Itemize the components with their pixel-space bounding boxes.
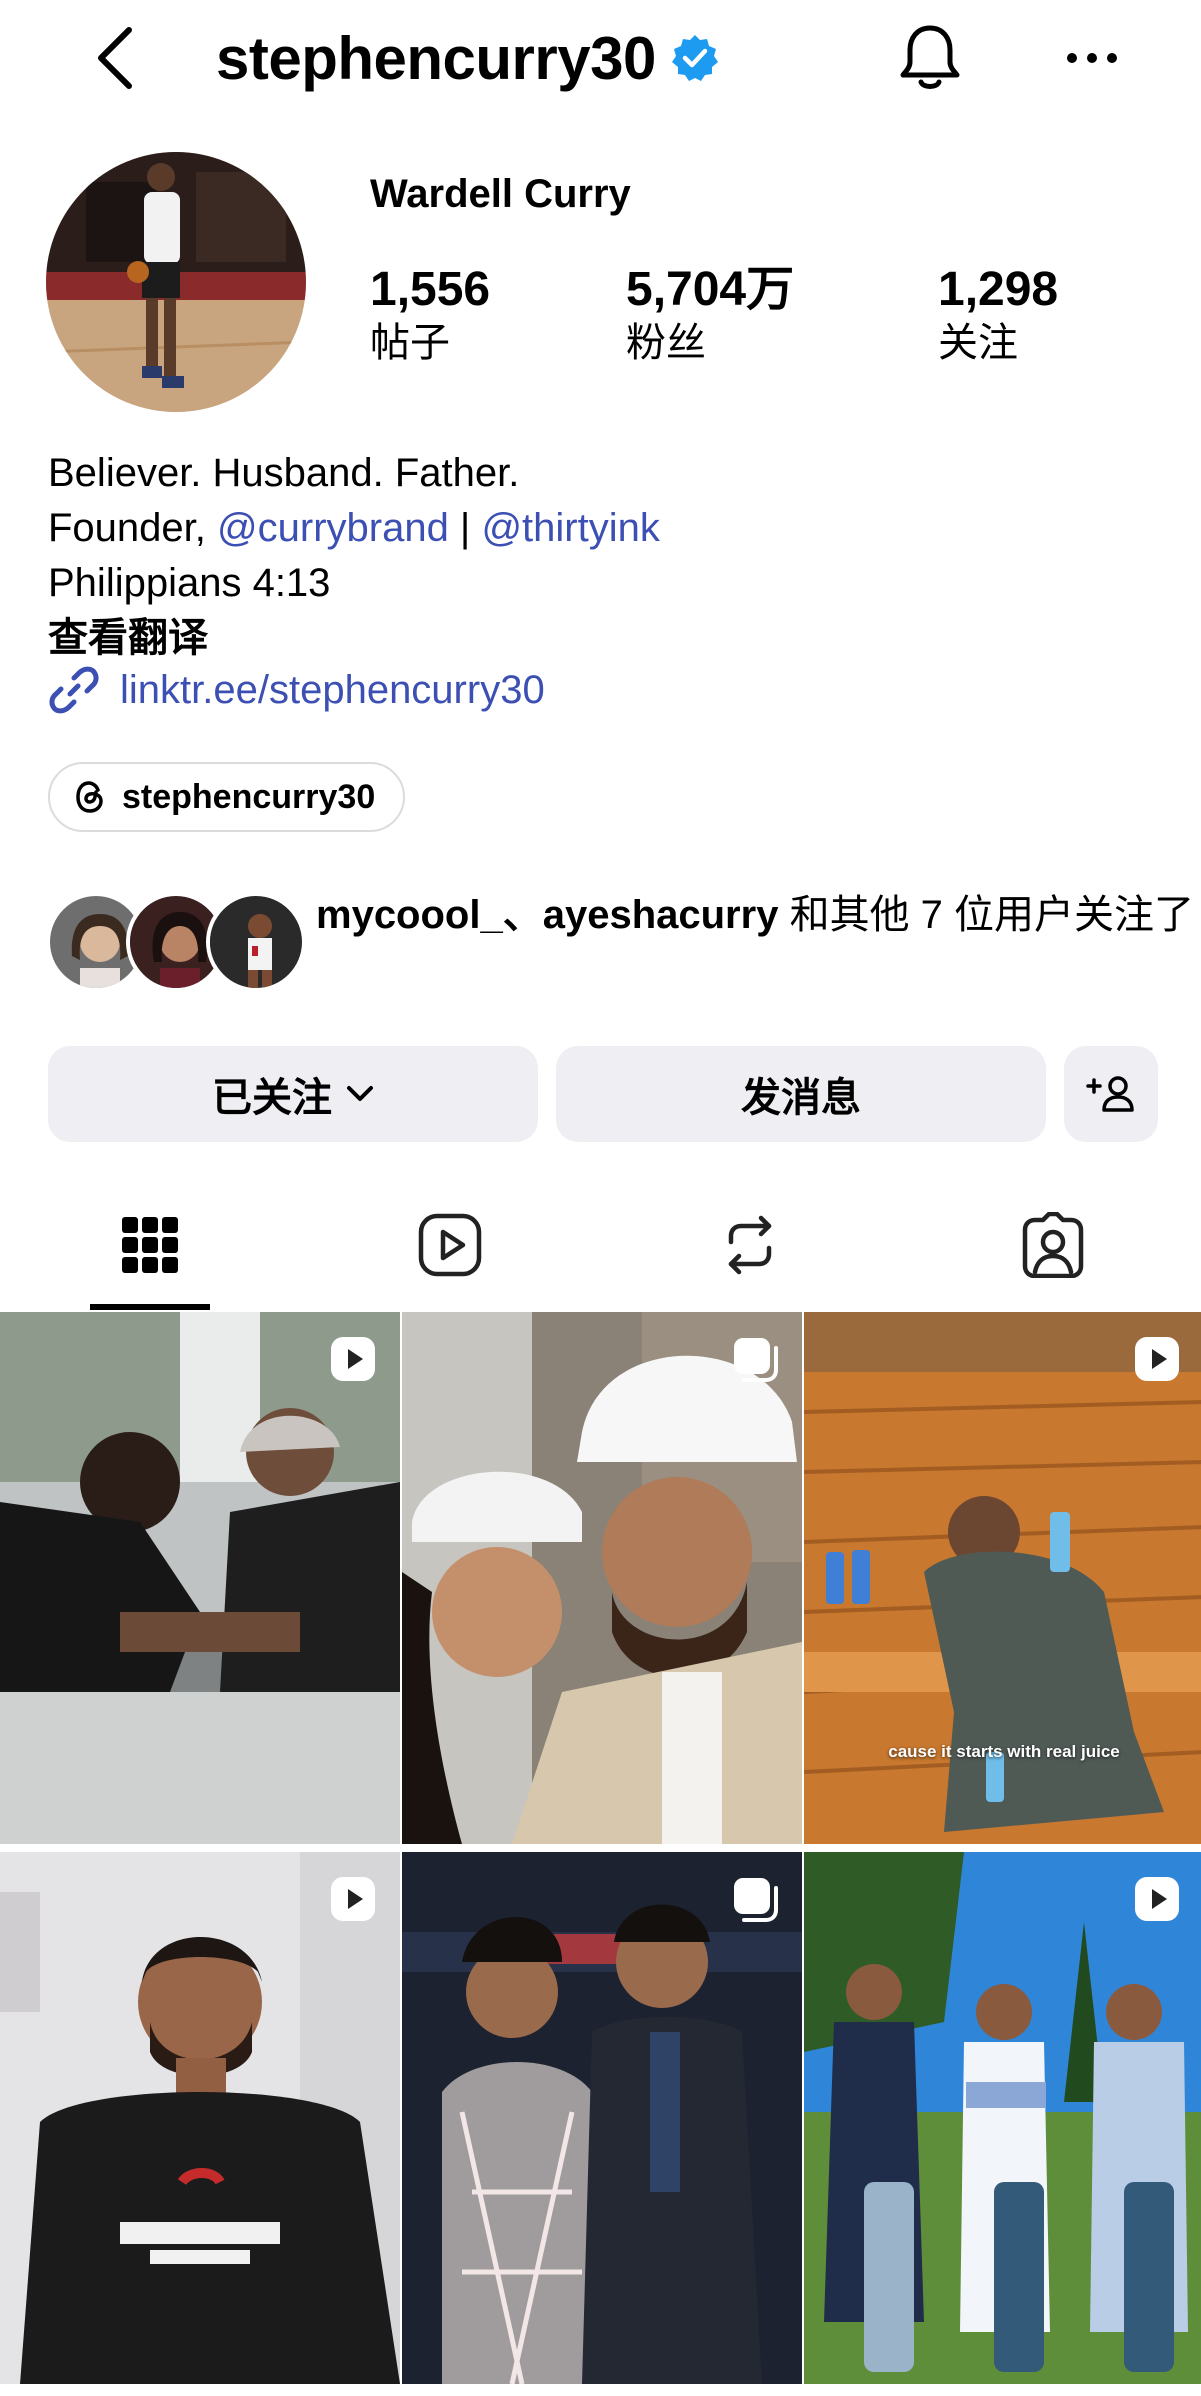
active-tab-indicator [90, 1304, 210, 1310]
message-button-label: 发消息 [741, 1076, 861, 1120]
followed-by-names: mycoool_、ayeshacurry [316, 893, 779, 937]
follower-avatar-3 [206, 892, 306, 992]
more-dots-icon [1067, 53, 1117, 63]
stat-posts-count: 1,556 [370, 263, 491, 316]
add-person-icon [1086, 1076, 1134, 1112]
grid-post-1[interactable] [0, 1312, 400, 1844]
stat-posts-label: 帖子 [370, 321, 450, 365]
reel-badge-icon [1135, 1877, 1179, 1921]
bio-line-3: Philippians 4:13 [48, 561, 331, 605]
bio: Believer. Husband. Father. Founder, @cur… [48, 446, 660, 666]
stat-followers[interactable]: 5,704万 粉丝 [626, 262, 794, 368]
bio-founder-prefix: Founder, [48, 506, 218, 550]
post-2-image [402, 1312, 802, 1844]
post-3-caption: cause it starts with real juice [888, 1742, 1120, 1761]
bio-line-1: Believer. Husband. Father. [48, 451, 520, 495]
threads-icon [76, 781, 103, 813]
add-user-button[interactable] [1064, 1046, 1158, 1142]
reposts-icon [728, 1215, 772, 1275]
profile-tabs [0, 1180, 1201, 1310]
display-name: Wardell Curry [370, 172, 631, 216]
profile-link[interactable]: linktr.ee/stephencurry30 [48, 664, 545, 716]
grid-post-4[interactable] [0, 1852, 400, 2384]
chevron-down-icon [347, 1086, 373, 1101]
reel-badge-icon [1135, 1337, 1179, 1381]
message-button[interactable]: 发消息 [556, 1046, 1046, 1142]
stat-following-count: 1,298 [938, 263, 1059, 316]
followed-by-row[interactable]: mycoool_、ayeshacurry 和其他 7 位用户关注了 [46, 888, 1194, 998]
grid-post-5[interactable] [402, 1852, 802, 2384]
following-button[interactable]: 已关注 [48, 1046, 538, 1142]
tagged-icon [1022, 1212, 1084, 1278]
verified-badge-icon [671, 35, 718, 81]
post-5-image [402, 1852, 802, 2384]
post-6-image [804, 1852, 1201, 2384]
grid-post-3[interactable]: cause it starts with real juice [804, 1312, 1201, 1844]
bio-separator: | [448, 506, 482, 550]
top-bar: stephencurry30 [0, 0, 1201, 120]
more-options-button[interactable] [1052, 18, 1132, 98]
link-icon [49, 666, 99, 714]
tab-reels[interactable] [390, 1180, 510, 1310]
reels-icon [418, 1213, 482, 1277]
mention-thirtyink[interactable]: @thirtyink [481, 506, 659, 550]
tab-reposts[interactable] [690, 1180, 810, 1310]
notifications-button[interactable] [890, 18, 970, 98]
carousel-badge-icon [734, 1878, 778, 1922]
grid-post-6[interactable] [804, 1852, 1201, 2384]
bell-icon [900, 25, 960, 89]
bio-line-2: Founder, @currybrand | @thirtyink [48, 501, 660, 556]
see-translation-link[interactable]: 查看翻译 [48, 611, 660, 666]
profile-link-text: linktr.ee/stephencurry30 [120, 667, 545, 712]
profile-username-header: stephencurry30 [216, 18, 720, 98]
grid-post-2[interactable] [402, 1312, 802, 1844]
tab-posts[interactable] [90, 1180, 210, 1310]
stat-followers-label: 粉丝 [626, 321, 706, 365]
carousel-badge-icon [734, 1338, 778, 1382]
mention-currybrand[interactable]: @currybrand [217, 506, 449, 550]
followed-by-suffix: 和其他 7 位用户关注了 [778, 893, 1195, 937]
threads-username: stephencurry30 [122, 777, 376, 816]
stat-followers-count: 5,704万 [626, 263, 795, 316]
reel-badge-icon [331, 1877, 375, 1921]
stat-following-label: 关注 [938, 321, 1018, 365]
back-button[interactable] [80, 18, 150, 98]
post-1-image [0, 1312, 400, 1844]
posts-grid: cause it starts with real juice [0, 1312, 1201, 2396]
avatar-photo [46, 152, 306, 412]
profile-avatar[interactable] [46, 152, 306, 412]
threads-profile-pill[interactable]: stephencurry30 [48, 762, 406, 832]
stat-following[interactable]: 1,298 关注 [938, 262, 1058, 368]
post-4-image [0, 1852, 400, 2384]
followed-by-text: mycoool_、ayeshacurry 和其他 7 位用户关注了 [316, 888, 1196, 942]
post-3-image [804, 1312, 1201, 1844]
posts-grid-icon [122, 1217, 178, 1273]
chevron-left-icon [98, 27, 132, 89]
tab-tagged[interactable] [993, 1180, 1113, 1310]
stat-posts[interactable]: 1,556 帖子 [370, 262, 490, 368]
reel-badge-icon [331, 1337, 375, 1381]
username-text: stephencurry30 [216, 24, 656, 92]
following-button-label: 已关注 [212, 1076, 332, 1120]
